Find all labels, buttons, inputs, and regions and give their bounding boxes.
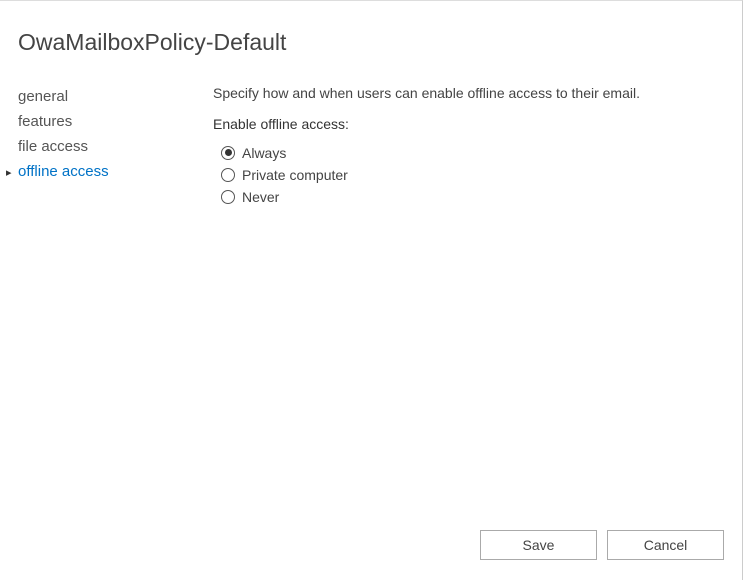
footer: Save Cancel	[480, 530, 724, 560]
radio-option-never[interactable]: Never	[221, 186, 664, 208]
save-button[interactable]: Save	[480, 530, 597, 560]
radio-label: Private computer	[242, 167, 348, 183]
main-panel: Specify how and when users can enable of…	[213, 84, 724, 208]
radio-icon	[221, 146, 235, 160]
field-label: Enable offline access:	[213, 116, 664, 132]
radio-label: Never	[242, 189, 279, 205]
sidebar-item-general[interactable]: general	[18, 84, 213, 109]
cancel-button[interactable]: Cancel	[607, 530, 724, 560]
sidebar-item-features[interactable]: features	[18, 109, 213, 134]
sidebar-item-offline-access[interactable]: offline access	[18, 159, 213, 184]
page-title: OwaMailboxPolicy-Default	[18, 29, 724, 56]
radio-option-private-computer[interactable]: Private computer	[221, 164, 664, 186]
offline-access-radio-group: Always Private computer Never	[213, 142, 664, 208]
sidebar: general features file access offline acc…	[18, 84, 213, 208]
radio-label: Always	[242, 145, 286, 161]
radio-option-always[interactable]: Always	[221, 142, 664, 164]
sidebar-item-file-access[interactable]: file access	[18, 134, 213, 159]
radio-icon	[221, 168, 235, 182]
description-text: Specify how and when users can enable of…	[213, 84, 664, 104]
radio-icon	[221, 190, 235, 204]
